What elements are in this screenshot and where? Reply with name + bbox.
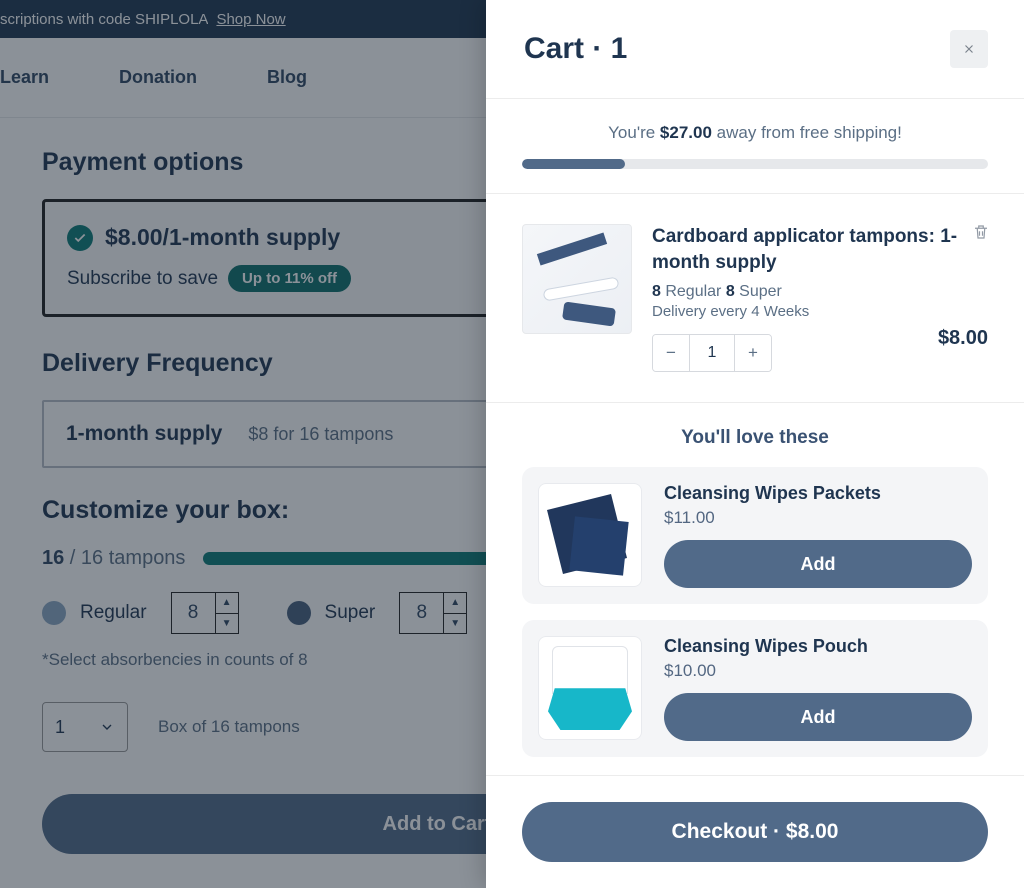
cart-item-name: Cardboard applicator tampons: 1-month su… [652, 224, 988, 275]
rec-price: $10.00 [664, 661, 972, 681]
cart-drawer: Cart · 1 You're $27.00 away from free sh… [486, 0, 1024, 888]
qty-increment[interactable]: + [735, 335, 771, 371]
rec-name: Cleansing Wipes Packets [664, 483, 972, 504]
cart-item-qty-stepper[interactable]: − 1 + [652, 334, 772, 372]
cart-item-variants: 8 Regular 8 Super [652, 283, 988, 301]
cart-item-thumbnail [522, 224, 632, 334]
recommendations-heading: You'll love these [522, 427, 988, 449]
rec-add-button[interactable]: Add [664, 693, 972, 741]
rec-add-button[interactable]: Add [664, 540, 972, 588]
close-icon [962, 42, 976, 56]
trash-icon [972, 222, 990, 242]
cart-item-delivery: Delivery every 4 Weeks [652, 303, 988, 320]
qty-value: 1 [689, 335, 735, 371]
close-cart-button[interactable] [950, 30, 988, 68]
cart-item: Cardboard applicator tampons: 1-month su… [486, 194, 1024, 403]
remove-cart-item-button[interactable] [972, 222, 990, 247]
rec-thumbnail [538, 483, 642, 587]
recommendation-wipes-packets: Cleansing Wipes Packets $11.00 Add [522, 467, 988, 604]
rec-price: $11.00 [664, 508, 972, 528]
free-shipping-block: You're $27.00 away from free shipping! [486, 99, 1024, 193]
free-shipping-progress [522, 159, 988, 169]
rec-name: Cleansing Wipes Pouch [664, 636, 972, 657]
qty-decrement[interactable]: − [653, 335, 689, 371]
cart-title: Cart · 1 [524, 32, 627, 66]
checkout-button[interactable]: Checkout · $8.00 [522, 802, 988, 862]
rec-thumbnail [538, 636, 642, 740]
ship-amount: $27.00 [660, 123, 712, 142]
cart-item-price: $8.00 [938, 327, 988, 350]
ship-prefix: You're [608, 123, 660, 142]
recommendation-wipes-pouch: Cleansing Wipes Pouch $10.00 Add [522, 620, 988, 757]
free-shipping-progress-fill [522, 159, 625, 169]
ship-suffix: away from free shipping! [717, 123, 902, 142]
